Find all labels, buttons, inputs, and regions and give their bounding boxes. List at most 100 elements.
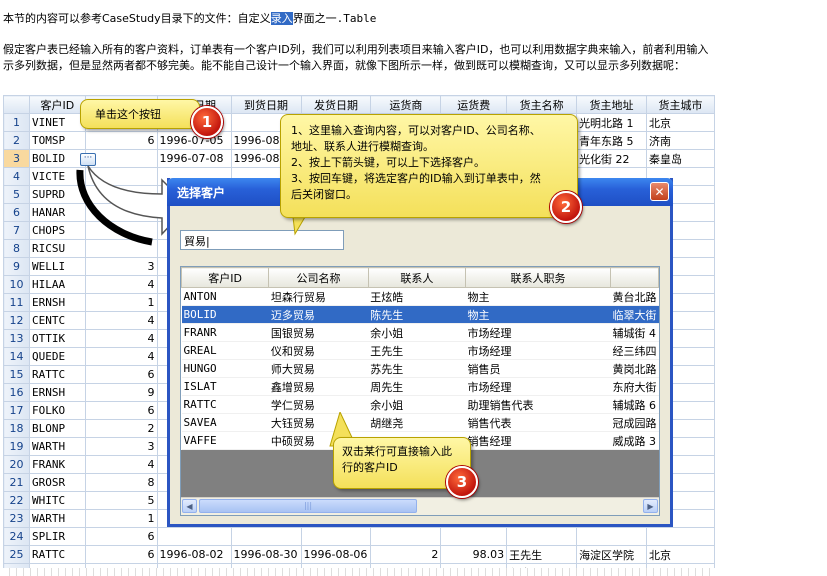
- list-column-header[interactable]: [609, 267, 659, 288]
- cell[interactable]: 1: [84, 293, 158, 312]
- cell[interactable]: 8: [84, 473, 158, 492]
- cell[interactable]: 1996-08-06: [300, 545, 372, 564]
- cell[interactable]: ERNSH: [28, 383, 86, 402]
- cell[interactable]: 1996-08-02: [156, 545, 232, 564]
- list-item[interactable]: FRANR 国银贸易 余小姐 市场经理 辅城街 4: [181, 323, 659, 342]
- list-item[interactable]: SAVEA 大钰贸易 胡继尧 销售代表 冠成园路: [181, 413, 659, 432]
- cell[interactable]: 6: [84, 365, 158, 384]
- column-header[interactable]: 客户ID: [28, 95, 86, 114]
- cell[interactable]: 1996-07-05: [156, 131, 232, 150]
- intro-paragraph-line-1: 假定客户表已经输入所有的客户资料，订单表有一个客户ID列，我们可以利用列表项目来…: [3, 43, 709, 56]
- cell[interactable]: SPLIR: [28, 527, 86, 546]
- list-item[interactable]: ANTON 坦森行贸易 王炫皓 物主 黄台北路: [181, 287, 659, 306]
- cell[interactable]: RATTC: [28, 545, 86, 564]
- cell[interactable]: 3: [84, 437, 158, 456]
- cell[interactable]: [576, 527, 647, 546]
- cell[interactable]: 4: [84, 455, 158, 474]
- cell[interactable]: [370, 527, 442, 546]
- list-column-header[interactable]: 联系人: [367, 267, 466, 288]
- cell[interactable]: GROSR: [28, 473, 86, 492]
- cell[interactable]: 6: [84, 401, 158, 420]
- cell[interactable]: OTTIK: [28, 329, 86, 348]
- list-column-header[interactable]: 联系人职务: [464, 267, 611, 288]
- list-column-header[interactable]: 公司名称: [268, 267, 369, 288]
- cell[interactable]: 北京: [646, 113, 715, 132]
- cell[interactable]: WELLI: [28, 257, 86, 276]
- list-column-header[interactable]: 客户ID: [181, 267, 270, 288]
- column-header[interactable]: 运货费: [440, 95, 508, 114]
- cell[interactable]: QUEDE: [28, 347, 86, 366]
- cell[interactable]: 秦皇岛: [646, 149, 715, 168]
- list-item[interactable]: ISLAT 鑫增贸易 周先生 市场经理 东府大街: [181, 377, 659, 396]
- cell[interactable]: WARTH: [28, 437, 86, 456]
- cell[interactable]: 北京: [646, 545, 715, 564]
- list-item[interactable]: HUNGO 师大贸易 苏先生 销售员 黄岗北路: [181, 359, 659, 378]
- column-header[interactable]: 运货商: [370, 95, 442, 114]
- cell[interactable]: [646, 527, 715, 546]
- cell[interactable]: 9: [84, 383, 158, 402]
- cell[interactable]: 1: [84, 509, 158, 528]
- row-number: 5: [3, 185, 30, 204]
- list-item[interactable]: RATTC 学仁贸易 余小姐 助理销售代表 辅城路 6: [181, 395, 659, 414]
- cell[interactable]: 光明北路 1: [576, 113, 647, 132]
- list-item[interactable]: GREAL 仪和贸易 王先生 市场经理 经三纬四: [181, 341, 659, 360]
- row-number: 22: [3, 491, 30, 510]
- scroll-left-icon[interactable]: ◀: [182, 499, 197, 513]
- cell[interactable]: 4: [84, 275, 158, 294]
- row-number: 17: [3, 401, 30, 420]
- cell[interactable]: WARTH: [28, 509, 86, 528]
- cell[interactable]: [230, 527, 302, 546]
- cell[interactable]: 5: [84, 491, 158, 510]
- cell[interactable]: 4: [84, 329, 158, 348]
- cell[interactable]: VINET: [28, 113, 86, 132]
- cell[interactable]: TOMSP: [28, 131, 86, 150]
- row-header-corner[interactable]: [3, 95, 30, 114]
- cell[interactable]: [156, 527, 232, 546]
- column-header[interactable]: 发货日期: [300, 95, 372, 114]
- cell[interactable]: [506, 527, 578, 546]
- cell[interactable]: HILAA: [28, 275, 86, 294]
- column-header[interactable]: 货主城市: [646, 95, 715, 114]
- cell[interactable]: 王先生: [506, 545, 578, 564]
- cell[interactable]: 济南: [646, 131, 715, 150]
- cell[interactable]: BLONP: [28, 419, 86, 438]
- scroll-right-icon[interactable]: ▶: [643, 499, 658, 513]
- cell[interactable]: 98.03: [440, 545, 508, 564]
- cell[interactable]: [440, 527, 508, 546]
- list-cell: GREAL: [181, 341, 269, 360]
- cell[interactable]: CENTC: [28, 311, 86, 330]
- column-header[interactable]: 货主名称: [506, 95, 578, 114]
- cell[interactable]: 6: [84, 545, 158, 564]
- cell[interactable]: FRANK: [28, 455, 86, 474]
- cell[interactable]: WHITC: [28, 491, 86, 510]
- horizontal-scrollbar[interactable]: ◀ ||| ▶: [181, 497, 659, 515]
- cell[interactable]: 4: [84, 347, 158, 366]
- cell[interactable]: 光化街 22: [576, 149, 647, 168]
- cell[interactable]: RATTC: [28, 365, 86, 384]
- cell[interactable]: 海淀区学院: [576, 545, 647, 564]
- row-number: 25: [3, 545, 30, 564]
- close-button[interactable]: ✕: [650, 182, 669, 201]
- list-cell: 余小姐: [368, 323, 466, 342]
- cell[interactable]: 青年东路 5: [576, 131, 647, 150]
- cell[interactable]: 2: [84, 419, 158, 438]
- cell[interactable]: [300, 527, 372, 546]
- cell[interactable]: 3: [84, 257, 158, 276]
- cell[interactable]: 6: [84, 131, 158, 150]
- cell[interactable]: 6: [84, 527, 158, 546]
- cell[interactable]: ERNSH: [28, 293, 86, 312]
- dialog-title: 选择客户: [177, 186, 226, 200]
- cell[interactable]: 4: [84, 311, 158, 330]
- cell[interactable]: FOLKO: [28, 401, 86, 420]
- list-item[interactable]: BOLID 迈多贸易 陈先生 物主 临翠大街: [181, 305, 659, 324]
- column-header[interactable]: 到货日期: [230, 95, 302, 114]
- scroll-thumb[interactable]: |||: [199, 499, 417, 513]
- table-row[interactable]: 25 RATTC 6 1996-08-02 1996-08-30 1996-08-06 2 9…: [3, 545, 715, 564]
- list-cell: 王炫皓: [368, 287, 466, 306]
- column-header[interactable]: 货主地址: [576, 95, 647, 114]
- cell[interactable]: 2: [370, 545, 442, 564]
- table-row[interactable]: 24 SPLIR 6: [3, 527, 715, 546]
- callout-line: 双击某行可直接输入此: [342, 445, 452, 458]
- cell[interactable]: 1996-08-30: [230, 545, 302, 564]
- list-cell: 国银贸易: [268, 323, 369, 342]
